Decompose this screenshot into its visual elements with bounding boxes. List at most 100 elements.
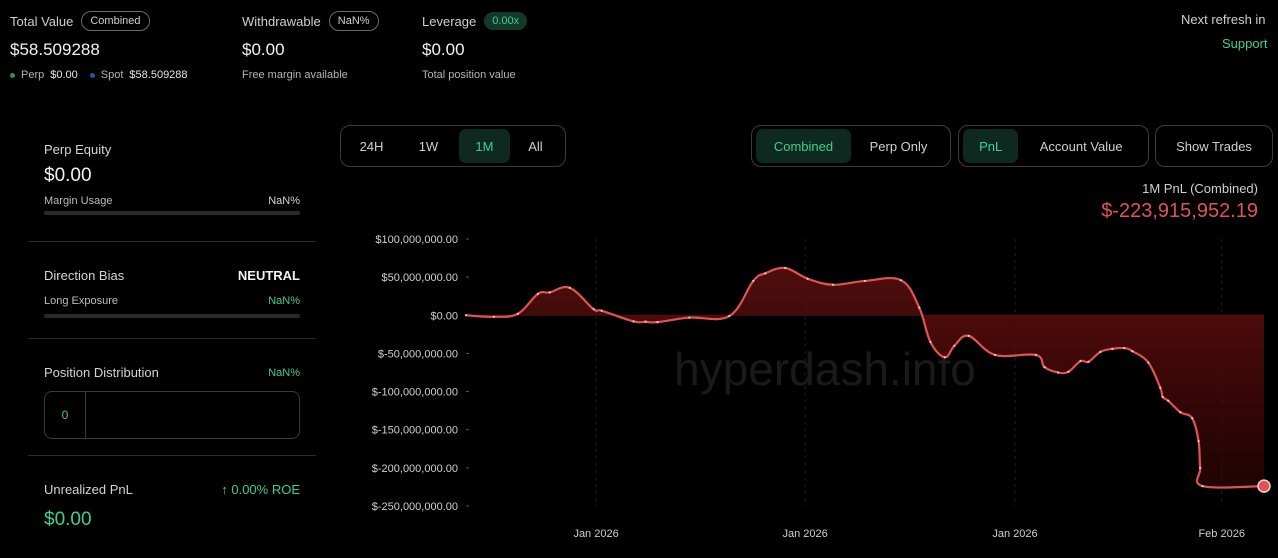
- data-point: [1147, 361, 1150, 364]
- metric-pnl-button[interactable]: PnL: [963, 129, 1019, 163]
- data-point: [568, 286, 571, 289]
- withdrawable-sub: Free margin available: [242, 69, 348, 81]
- mode-selector: Combined Perp Only: [751, 125, 951, 167]
- range-1m-button[interactable]: 1M: [458, 129, 510, 163]
- data-point: [548, 291, 551, 294]
- withdrawable-amount: $0.00: [242, 40, 285, 59]
- long-exposure-bar: [44, 314, 300, 318]
- chart-title: 1M PnL (Combined): [1142, 181, 1258, 196]
- x-tick-label: Feb 2026: [1198, 528, 1244, 540]
- range-all-button[interactable]: All: [510, 129, 561, 163]
- data-point: [967, 334, 970, 337]
- position-distribution-value: NaN%: [268, 366, 300, 379]
- data-point: [1111, 347, 1114, 350]
- y-tick-label: $-250,000,000.00: [372, 501, 458, 513]
- data-point: [1057, 371, 1060, 374]
- data-point: [953, 344, 956, 347]
- x-tick-label: Jan 2026: [992, 528, 1037, 540]
- leverage-tag: 0.00x: [484, 12, 528, 30]
- data-point: [1034, 353, 1037, 357]
- data-point: [1167, 399, 1170, 402]
- data-point: [918, 306, 921, 309]
- data-point: [600, 309, 603, 312]
- y-axis: $100,000,000.00 $50,000,000.00 $0.00 $-50,0…: [372, 234, 469, 513]
- margin-usage-value: NaN%: [268, 195, 300, 207]
- unrealized-pnl-label: Unrealized PnL: [44, 482, 133, 497]
- refresh-timer: Next refresh in: [1181, 12, 1266, 27]
- data-point: [1043, 366, 1046, 369]
- watermark: hyperdash.info: [674, 343, 976, 395]
- y-tick-label: $-150,000,000.00: [372, 425, 458, 437]
- leverage-stat: Leverage 0.00x $0.00 Total position valu…: [422, 10, 528, 81]
- chart-pnl-value: $-223,915,952.19: [1101, 200, 1258, 222]
- spot-label: Spot: [100, 69, 124, 81]
- y-tick-label: $50,000,000.00: [382, 272, 458, 284]
- margin-usage-label: Margin Usage: [44, 195, 113, 207]
- withdrawable-stat: Withdrawable NaN% $0.00 Free margin avai…: [242, 10, 379, 81]
- divider: [28, 241, 316, 242]
- y-tick-label: $100,000,000.00: [375, 234, 458, 246]
- data-point: [993, 353, 997, 357]
- position-distribution-box: 0: [44, 391, 300, 439]
- mode-perp-only-button[interactable]: Perp Only: [851, 129, 946, 163]
- y-tick-label: $-100,000,000.00: [372, 387, 458, 399]
- data-point: [1197, 440, 1200, 443]
- roe-value: ↑ 0.00% ROE: [221, 482, 300, 497]
- data-point: [764, 272, 767, 275]
- total-value-breakdown: Perp $0.00 Spot $58.509288: [10, 69, 188, 81]
- perp-equity-section: Perp Equity $0.00 Margin Usage NaN%: [28, 142, 316, 215]
- y-tick-label: $-200,000,000.00: [372, 463, 458, 475]
- y-tick-label: $-50,000,000.00: [378, 348, 458, 360]
- withdrawable-label: Withdrawable: [242, 13, 321, 29]
- long-exposure-label: Long Exposure: [44, 295, 118, 307]
- end-point-marker: [1257, 479, 1271, 493]
- position-distribution-label: Position Distribution: [44, 365, 159, 380]
- position-count: 0: [45, 392, 86, 438]
- data-point: [1131, 350, 1134, 353]
- x-tick-label: Jan 2026: [573, 528, 618, 540]
- range-24h-button[interactable]: 24H: [345, 129, 398, 163]
- direction-bias-label: Direction Bias: [44, 268, 125, 283]
- total-value-amount: $58.509288: [10, 40, 100, 59]
- spot-value: $58.509288: [129, 69, 188, 81]
- x-tick-label: Jan 2026: [783, 528, 828, 540]
- show-trades-button[interactable]: Show Trades: [1160, 129, 1268, 163]
- data-point: [592, 308, 595, 311]
- data-point: [1179, 411, 1182, 414]
- leverage-sub: Total position value: [422, 69, 516, 81]
- metric-account-value-button[interactable]: Account Value: [1018, 129, 1144, 163]
- data-point: [1087, 360, 1090, 363]
- data-point: [492, 315, 496, 318]
- data-point: [899, 279, 903, 282]
- data-point: [1123, 346, 1126, 350]
- total-value-label: Total Value: [10, 13, 74, 29]
- spot-dot-icon: [89, 72, 95, 78]
- data-point: [929, 340, 932, 344]
- data-point: [644, 320, 647, 323]
- show-trades-group: Show Trades: [1155, 125, 1273, 167]
- perp-dot-icon: [10, 72, 15, 78]
- data-point: [1161, 395, 1164, 399]
- leverage-amount: $0.00: [422, 40, 465, 59]
- perp-value: $0.00: [50, 69, 78, 81]
- data-point: [831, 283, 835, 286]
- total-value-stat: Total Value Combined $58.509288 Perp $0.…: [10, 10, 188, 81]
- mode-combined-button[interactable]: Combined: [756, 129, 851, 163]
- direction-bias-value: NEUTRAL: [237, 268, 300, 283]
- time-range-selector: 24H 1W 1M All: [340, 125, 566, 167]
- y-tick-label: $0.00: [430, 310, 458, 322]
- direction-bias-section: Direction Bias NEUTRAL Long Exposure NaN…: [28, 268, 316, 318]
- data-point: [784, 266, 787, 270]
- data-point: [632, 320, 635, 323]
- data-point: [536, 292, 539, 296]
- pnl-chart[interactable]: hyperdash.info $100,000,000.00 $50,000,00…: [330, 225, 1278, 558]
- unrealized-pnl-section: Unrealized PnL ↑ 0.00% ROE $0.00: [28, 482, 316, 531]
- perp-label: Perp: [21, 69, 45, 81]
- data-point: [1067, 370, 1070, 373]
- data-point: [1201, 485, 1204, 488]
- range-1w-button[interactable]: 1W: [398, 129, 459, 163]
- support-link[interactable]: Support: [1222, 36, 1268, 51]
- data-point: [863, 279, 867, 283]
- total-value-tag[interactable]: Combined: [81, 11, 150, 31]
- data-point: [1079, 359, 1082, 363]
